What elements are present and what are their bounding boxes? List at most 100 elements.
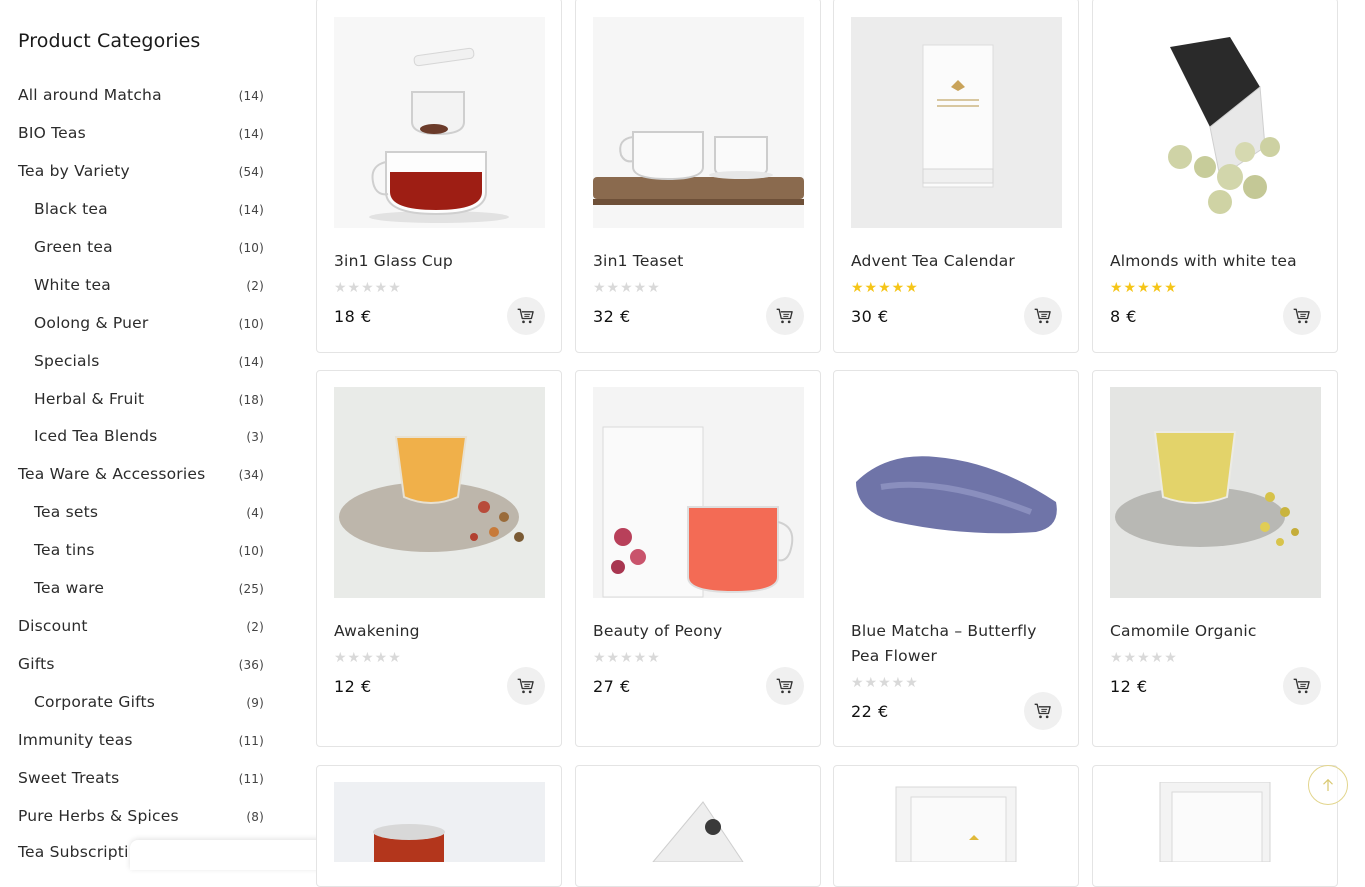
product-image[interactable] — [334, 387, 545, 598]
almonds-image — [1110, 17, 1321, 228]
subcategory-item[interactable]: Corporate Gifts (9) — [34, 691, 264, 715]
category-count: (11) — [238, 734, 264, 748]
camomile-image — [1110, 387, 1321, 598]
category-label: Specials — [34, 352, 100, 370]
subcategory-item[interactable]: Tea ware (25) — [34, 577, 264, 601]
product-name[interactable]: Advent Tea Calendar — [851, 249, 1066, 274]
rating-stars: ★★★★★ — [334, 280, 402, 296]
product-image[interactable] — [1110, 387, 1321, 598]
category-count: (10) — [238, 544, 264, 558]
add-to-cart-button[interactable] — [766, 667, 804, 705]
subcategory-item[interactable]: Tea sets (4) — [34, 501, 264, 525]
product-image[interactable] — [593, 782, 804, 862]
category-count: (18) — [238, 393, 264, 407]
category-item[interactable]: Tea by Variety (54) — [18, 160, 264, 184]
category-label: Tea ware — [34, 579, 105, 597]
category-label: Tea tins — [34, 541, 95, 559]
rating-stars: ★★★★★ — [1110, 650, 1178, 666]
category-label: Gifts — [18, 655, 55, 673]
subcategory-item[interactable]: White tea (2) — [34, 274, 264, 298]
rating-stars: ★★★★★ — [593, 650, 661, 666]
category-item[interactable]: Discount (2) — [18, 615, 264, 639]
product-name[interactable]: 3in1 Glass Cup — [334, 249, 549, 274]
category-label: Oolong & Puer — [34, 314, 149, 332]
sidebar-title: Product Categories — [18, 30, 201, 52]
category-item[interactable]: Tea Ware & Accessories (34) — [18, 463, 264, 487]
back-to-top-button[interactable] — [1308, 765, 1348, 805]
product-card[interactable]: Awakening ★★★★★ 12 € — [316, 370, 562, 747]
product-card[interactable] — [316, 765, 562, 887]
cart-icon — [517, 678, 534, 694]
peony-tin-image — [593, 387, 804, 598]
rating-stars: ★★★★★ — [334, 650, 402, 666]
category-item[interactable]: BIO Teas (14) — [18, 122, 264, 146]
product-image[interactable] — [334, 17, 545, 228]
product-price: 22 € — [851, 702, 889, 721]
category-count: (10) — [238, 241, 264, 255]
category-item[interactable]: All around Matcha (14) — [18, 84, 264, 108]
subcategory-item[interactable]: Herbal & Fruit (18) — [34, 388, 264, 412]
product-name[interactable]: Almonds with white tea — [1110, 249, 1325, 274]
subcategory-item[interactable]: Specials (14) — [34, 350, 264, 374]
add-to-cart-button[interactable] — [507, 297, 545, 335]
category-label: Herbal & Fruit — [34, 390, 145, 408]
subcategory-item[interactable]: Black tea (14) — [34, 198, 264, 222]
product-price: 12 € — [334, 677, 372, 696]
product-card[interactable]: 3in1 Glass Cup ★★★★★ 18 € — [316, 0, 562, 353]
cart-icon — [1034, 703, 1051, 719]
subcategory-item[interactable]: Green tea (10) — [34, 236, 264, 260]
product-image[interactable] — [851, 782, 1062, 862]
product-name[interactable]: 3in1 Teaset — [593, 249, 808, 274]
subcategory-item[interactable]: Tea tins (10) — [34, 539, 264, 563]
category-label: Tea sets — [34, 503, 99, 521]
category-item[interactable]: Immunity teas (11) — [18, 729, 264, 753]
product-image[interactable] — [851, 17, 1062, 228]
product-price: 30 € — [851, 307, 889, 326]
add-to-cart-button[interactable] — [1283, 297, 1321, 335]
cart-icon — [1293, 308, 1310, 324]
add-to-cart-button[interactable] — [766, 297, 804, 335]
category-item[interactable]: Gifts (36) — [18, 653, 264, 677]
product-card[interactable]: Camomile Organic ★★★★★ 12 € — [1092, 370, 1338, 747]
product-price: 27 € — [593, 677, 631, 696]
add-to-cart-button[interactable] — [1283, 667, 1321, 705]
product-card[interactable]: Beauty of Peony ★★★★★ 27 € — [575, 370, 821, 747]
product-card[interactable]: Advent Tea Calendar ★★★★★ 30 € — [833, 0, 1079, 353]
product-name[interactable]: Camomile Organic — [1110, 619, 1325, 644]
product-card[interactable]: Blue Matcha – Butterfly Pea Flower ★★★★★… — [833, 370, 1079, 747]
product-image[interactable] — [1110, 782, 1321, 862]
add-to-cart-button[interactable] — [507, 667, 545, 705]
category-label: Green tea — [34, 238, 113, 256]
product-card[interactable] — [1092, 765, 1338, 887]
category-label: Iced Tea Blends — [34, 427, 158, 445]
subcategory-item[interactable]: Oolong & Puer (10) — [34, 312, 264, 336]
product-name[interactable]: Blue Matcha – Butterfly Pea Flower — [851, 619, 1066, 669]
add-to-cart-button[interactable] — [1024, 297, 1062, 335]
product-image[interactable] — [593, 387, 804, 598]
product-card[interactable] — [833, 765, 1079, 887]
arrow-up-icon — [1323, 778, 1333, 791]
product-card[interactable]: Almonds with white tea ★★★★★ 8 € — [1092, 0, 1338, 353]
product-photo — [851, 782, 1062, 862]
category-count: (2) — [246, 620, 264, 634]
product-card[interactable] — [575, 765, 821, 887]
category-count: (8) — [246, 810, 264, 824]
category-label: All around Matcha — [18, 86, 162, 104]
category-count: (4) — [246, 506, 264, 520]
category-item[interactable]: Sweet Treats (11) — [18, 767, 264, 791]
rating-stars: ★★★★★ — [851, 675, 919, 691]
product-name[interactable]: Awakening — [334, 619, 549, 644]
product-image[interactable] — [593, 17, 804, 228]
category-label: Black tea — [34, 200, 108, 218]
category-count: (10) — [238, 317, 264, 331]
product-price: 8 € — [1110, 307, 1137, 326]
add-to-cart-button[interactable] — [1024, 692, 1062, 730]
product-name[interactable]: Beauty of Peony — [593, 619, 808, 644]
product-image[interactable] — [851, 387, 1062, 598]
category-item[interactable]: Pure Herbs & Spices (8) — [18, 805, 264, 829]
rating-stars: ★★★★★ — [1110, 280, 1178, 296]
product-image[interactable] — [1110, 17, 1321, 228]
product-image[interactable] — [334, 782, 545, 862]
subcategory-item[interactable]: Iced Tea Blends (3) — [34, 425, 264, 449]
product-card[interactable]: 3in1 Teaset ★★★★★ 32 € — [575, 0, 821, 353]
